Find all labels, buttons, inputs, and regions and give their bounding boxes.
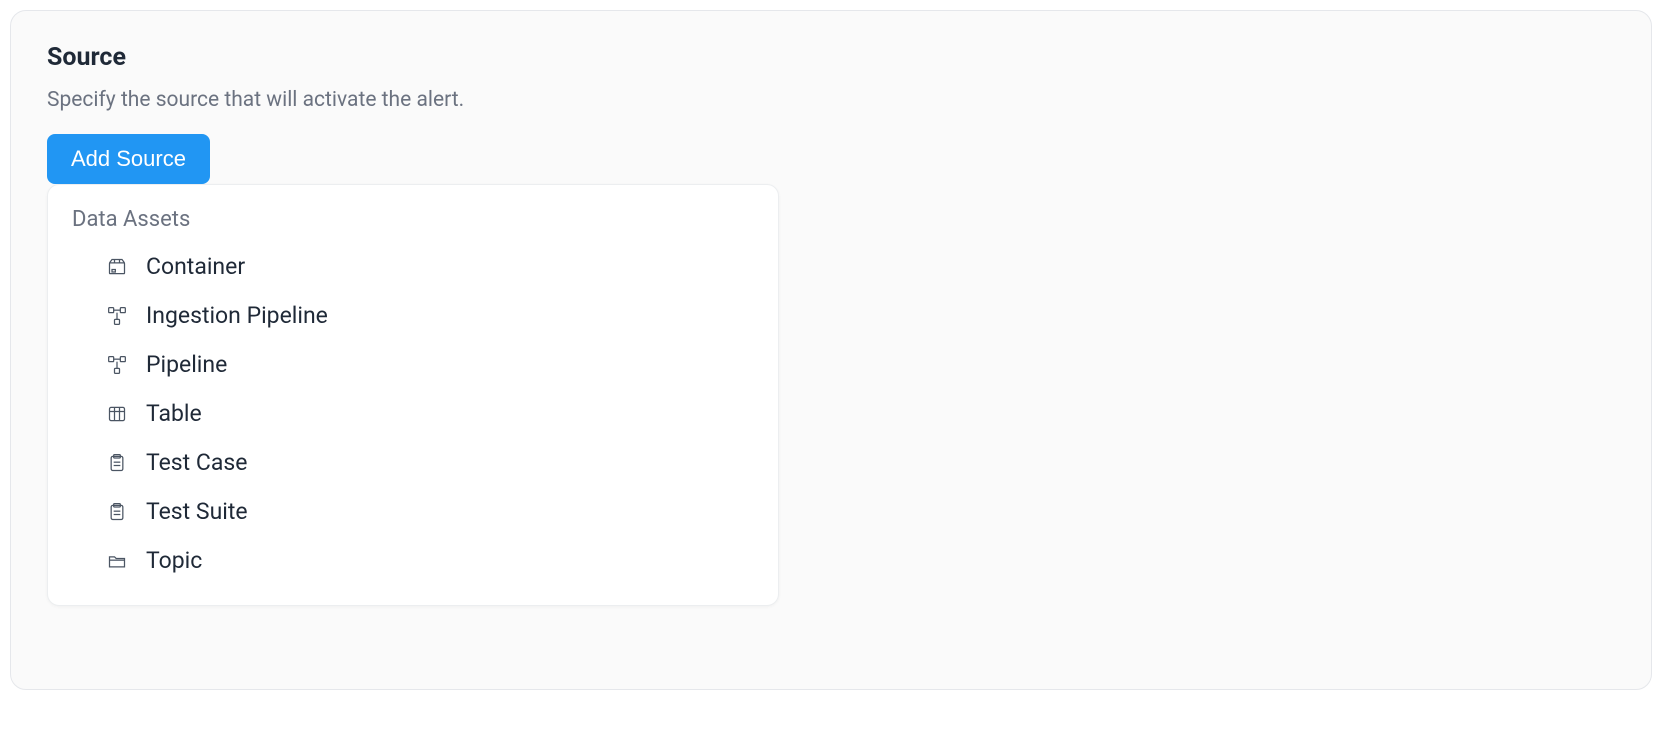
source-card: Source Specify the source that will acti…: [10, 10, 1652, 690]
dropdown-item-topic[interactable]: Topic: [48, 536, 778, 585]
folder-icon: [106, 550, 128, 572]
dropdown-item-container[interactable]: Container: [48, 242, 778, 291]
card-subtitle: Specify the source that will activate th…: [47, 88, 1615, 112]
dropdown-item-pipeline[interactable]: Pipeline: [48, 340, 778, 389]
pipeline-icon: [106, 305, 128, 327]
dropdown-item-table[interactable]: Table: [48, 389, 778, 438]
dropdown-item-label: Topic: [146, 547, 202, 574]
dropdown-item-ingestion-pipeline[interactable]: Ingestion Pipeline: [48, 291, 778, 340]
dropdown-item-label: Pipeline: [146, 351, 227, 378]
dropdown-item-label: Container: [146, 253, 245, 280]
dropdown-group-label: Data Assets: [48, 201, 778, 242]
dropdown-item-test-suite[interactable]: Test Suite: [48, 487, 778, 536]
source-dropdown: Data Assets Container Ingestion Pipeline…: [47, 184, 779, 606]
pipeline-icon: [106, 354, 128, 376]
card-title: Source: [47, 43, 1615, 72]
dropdown-item-label: Ingestion Pipeline: [146, 302, 328, 329]
dropdown-item-label: Test Suite: [146, 498, 248, 525]
clipboard-icon: [106, 452, 128, 474]
clipboard-icon: [106, 501, 128, 523]
dropdown-item-label: Test Case: [146, 449, 247, 476]
dropdown-item-test-case[interactable]: Test Case: [48, 438, 778, 487]
dropdown-item-label: Table: [146, 400, 202, 427]
add-source-button[interactable]: Add Source: [47, 134, 210, 184]
container-icon: [106, 256, 128, 278]
table-icon: [106, 403, 128, 425]
